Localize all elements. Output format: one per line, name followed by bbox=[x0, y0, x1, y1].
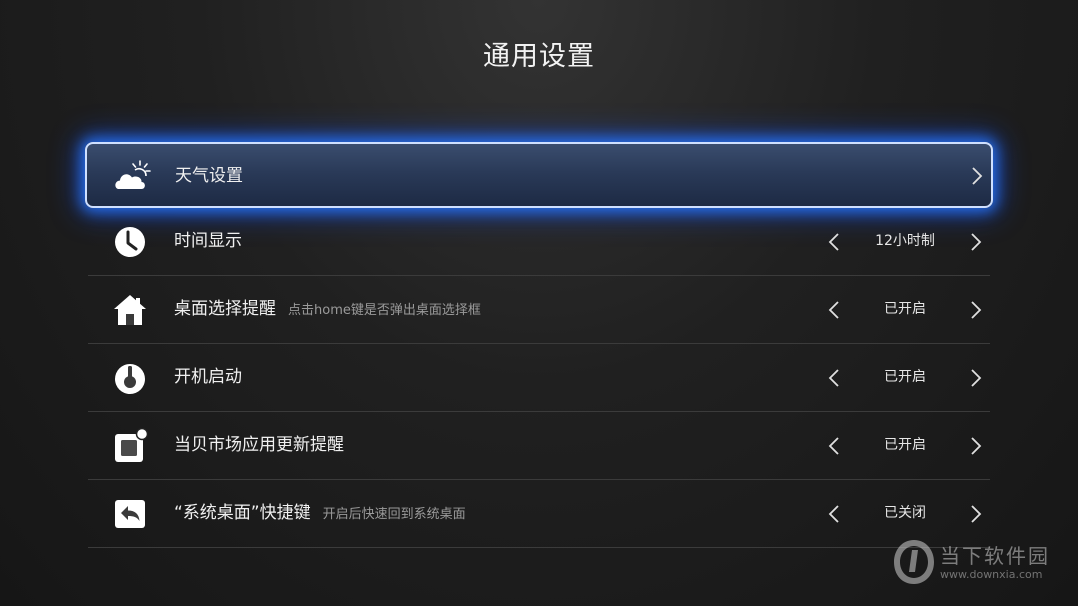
setting-description: 开启后快速回到系统桌面 bbox=[322, 507, 466, 522]
chevron-right-icon[interactable] bbox=[969, 144, 985, 208]
setting-row-weather[interactable]: 天气设置 bbox=[85, 142, 993, 208]
watermark-name: 当下软件园 bbox=[940, 544, 1050, 568]
setting-row-market-update[interactable]: 当贝市场应用更新提醒 已开启 bbox=[88, 412, 990, 480]
back-arrow-icon bbox=[112, 496, 148, 532]
chevron-left-icon[interactable] bbox=[826, 480, 842, 547]
setting-value: 已开启 bbox=[884, 437, 926, 453]
settings-list: 天气设置 时间显示 12小时制 桌面选择提醒 点击home键是否弹出桌面选择框 … bbox=[85, 142, 993, 548]
setting-row-time-display[interactable]: 时间显示 12小时制 bbox=[88, 208, 990, 276]
power-icon bbox=[112, 360, 148, 396]
chevron-right-icon[interactable] bbox=[968, 412, 984, 479]
chevron-left-icon[interactable] bbox=[826, 412, 842, 479]
watermark-url: www.downxia.com bbox=[940, 568, 1043, 581]
watermark-logo-icon bbox=[894, 540, 934, 584]
setting-label: 天气设置 bbox=[175, 166, 243, 186]
setting-label: 开机启动 bbox=[174, 367, 242, 387]
chevron-left-icon[interactable] bbox=[826, 208, 842, 275]
chevron-left-icon[interactable] bbox=[826, 344, 842, 411]
setting-row-boot-start[interactable]: 开机启动 已开启 bbox=[88, 344, 990, 412]
home-icon bbox=[112, 292, 148, 328]
update-notification-icon bbox=[112, 427, 149, 464]
chevron-right-icon[interactable] bbox=[968, 344, 984, 411]
setting-label: 当贝市场应用更新提醒 bbox=[174, 435, 344, 455]
setting-row-desktop-reminder[interactable]: 桌面选择提醒 点击home键是否弹出桌面选择框 已开启 bbox=[88, 276, 990, 344]
chevron-right-icon[interactable] bbox=[968, 208, 984, 275]
setting-value: 已关闭 bbox=[884, 505, 926, 521]
setting-row-desktop-shortcut[interactable]: “系统桌面”快捷键 开启后快速回到系统桌面 已关闭 bbox=[88, 480, 990, 548]
page-title: 通用设置 bbox=[483, 41, 595, 72]
weather-icon bbox=[113, 158, 151, 194]
setting-value: 已开启 bbox=[884, 301, 926, 317]
setting-description: 点击home键是否弹出桌面选择框 bbox=[288, 303, 481, 318]
setting-value: 12小时制 bbox=[875, 233, 935, 249]
clock-icon bbox=[112, 224, 148, 260]
chevron-right-icon[interactable] bbox=[968, 276, 984, 343]
watermark: 当下软件园 www.downxia.com bbox=[892, 538, 1072, 588]
setting-label: “系统桌面”快捷键 开启后快速回到系统桌面 bbox=[174, 503, 466, 523]
setting-value: 已开启 bbox=[884, 369, 926, 385]
setting-label: 时间显示 bbox=[174, 231, 242, 251]
setting-label: 桌面选择提醒 点击home键是否弹出桌面选择框 bbox=[174, 299, 481, 319]
chevron-right-icon[interactable] bbox=[968, 480, 984, 547]
chevron-left-icon[interactable] bbox=[826, 276, 842, 343]
